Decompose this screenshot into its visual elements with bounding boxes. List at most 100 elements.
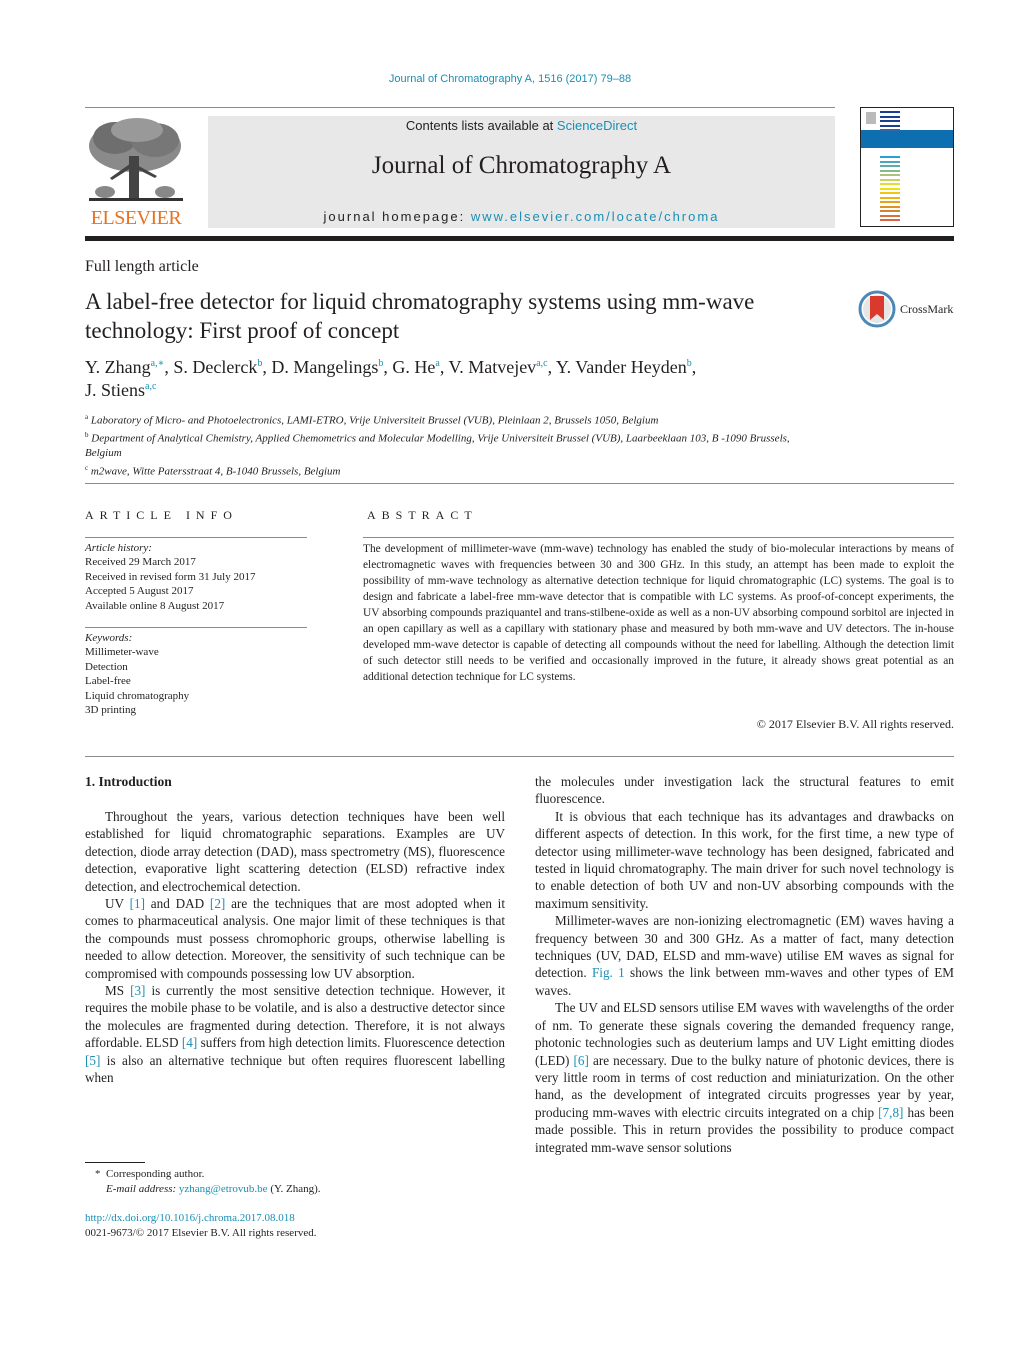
keyword-item[interactable]: Detection bbox=[85, 660, 307, 674]
citation-link[interactable]: [3] bbox=[130, 983, 145, 998]
body-column-right: the molecules under investigation lack t… bbox=[535, 773, 954, 1156]
keywords-list: Millimeter-wave Detection Label-free Liquid… bbox=[85, 645, 307, 717]
keyword-item[interactable]: 3D printing bbox=[85, 703, 307, 717]
keywords-divider bbox=[85, 627, 307, 628]
journal-cover-thumbnail[interactable] bbox=[860, 107, 954, 227]
corresponding-author-note: * Corresponding author. bbox=[85, 1167, 485, 1182]
history-label: Article history: bbox=[85, 542, 152, 554]
paragraph-text: UV bbox=[105, 896, 130, 912]
elsevier-wordmark: ELSEVIER bbox=[90, 207, 182, 229]
keywords-label: Keywords: bbox=[85, 632, 133, 644]
doi-link[interactable]: http://dx.doi.org/10.1016/j.chroma.2017.… bbox=[85, 1211, 317, 1226]
cover-stripe bbox=[880, 115, 900, 118]
affiliation-item: a Laboratory of Micro- and Photoelectron… bbox=[85, 410, 825, 428]
paragraph-text: and DAD bbox=[144, 896, 210, 912]
paragraph-text: the molecules under investigation lack t… bbox=[535, 774, 954, 807]
author-list: Y. Zhanga,∗, S. Declerckb, D. Mangelings… bbox=[85, 356, 825, 402]
citation-link[interactable]: [1] bbox=[130, 896, 145, 911]
affiliation-text: Department of Analytical Chemistry, Appl… bbox=[85, 432, 790, 460]
header-divider bbox=[85, 107, 835, 108]
crossmark-badge[interactable]: CrossMark bbox=[858, 290, 958, 330]
cover-stripe bbox=[880, 174, 900, 176]
author-name[interactable]: D. Mangelings bbox=[271, 357, 378, 377]
cover-stripe bbox=[880, 201, 900, 203]
article-info-heading: ARTICLE INFO bbox=[85, 508, 238, 522]
section-divider bbox=[85, 483, 954, 484]
author-separator: , bbox=[691, 357, 697, 377]
paragraph-text: suffers from high detection limits. Fluo… bbox=[197, 1035, 505, 1051]
cover-stripe bbox=[880, 187, 900, 190]
cover-stripe bbox=[880, 169, 900, 172]
affiliations: a Laboratory of Micro- and Photoelectron… bbox=[85, 410, 825, 479]
affiliation-text: Laboratory of Micro- and Photoelectronic… bbox=[88, 414, 659, 427]
cover-stripe bbox=[880, 210, 900, 212]
affiliation-text: m2wave, Witte Patersstraat 4, B-1040 Bru… bbox=[88, 465, 341, 478]
paragraph-text: It is obvious that each technique has it… bbox=[535, 808, 954, 911]
history-list: Received 29 March 2017 Received in revise… bbox=[85, 555, 307, 613]
affiliation-item: c m2wave, Witte Patersstraat 4, B-1040 B… bbox=[85, 461, 825, 479]
article-type: Full length article bbox=[85, 258, 199, 275]
keyword-item[interactable]: Liquid chromatography bbox=[85, 689, 307, 703]
citation-link[interactable]: [7,8] bbox=[878, 1105, 903, 1120]
journal-title: Journal of Chromatography A bbox=[371, 152, 672, 179]
email-suffix: (Y. Zhang). bbox=[267, 1182, 321, 1195]
footnote-star: * bbox=[95, 1168, 101, 1180]
author-name[interactable]: V. Matvejev bbox=[449, 357, 537, 377]
author-name[interactable]: Y. Vander Heyden bbox=[556, 357, 687, 377]
paragraph: Millimeter-waves are non-ionizing electr… bbox=[535, 912, 954, 999]
author-affiliation-marker[interactable]: a,∗ bbox=[151, 358, 165, 369]
paragraph-text: MS bbox=[105, 983, 131, 999]
author-affiliation-marker[interactable]: a,c bbox=[145, 381, 156, 392]
citation-link[interactable]: [5] bbox=[85, 1053, 100, 1068]
paragraph-text: Throughout the years, various detection … bbox=[85, 809, 505, 894]
section-heading-introduction: 1. Introduction bbox=[85, 774, 172, 789]
author-name[interactable]: J. Stiens bbox=[85, 380, 145, 400]
elsevier-tree-icon bbox=[85, 116, 187, 208]
citation-link[interactable]: Fig. 1 bbox=[592, 965, 625, 980]
body-column-left: Throughout the years, various detection … bbox=[85, 808, 505, 1087]
cover-stripe bbox=[880, 214, 900, 217]
issn-copyright: 0021-9673/© 2017 Elsevier B.V. All right… bbox=[85, 1226, 317, 1239]
crossmark-icon bbox=[858, 290, 896, 328]
author-affiliation-marker[interactable]: a,c bbox=[536, 358, 547, 369]
elsevier-logo[interactable]: ELSEVIER bbox=[85, 116, 187, 228]
affiliation-item: b Department of Analytical Chemistry, Ap… bbox=[85, 428, 825, 461]
history-item: Received 29 March 2017 bbox=[85, 556, 196, 569]
crossmark-label: CrossMark bbox=[900, 302, 954, 316]
article-title: A label-free detector for liquid chromat… bbox=[85, 289, 755, 343]
journal-homepage: journal homepage: www.elsevier.com/locat… bbox=[208, 209, 835, 224]
paragraph: UV [1] and DAD [2] are the techniques th… bbox=[85, 895, 505, 982]
journal-citation[interactable]: Journal of Chromatography A, 1516 (2017)… bbox=[0, 73, 1020, 85]
author-name[interactable]: Y. Zhang bbox=[85, 357, 151, 377]
email-link[interactable]: yzhang@etrovub.be bbox=[179, 1183, 268, 1195]
article-history: Article history: Received 29 March 2017 R… bbox=[85, 541, 307, 613]
cover-stripe bbox=[880, 205, 900, 208]
footnotes: * Corresponding author. E-mail address: … bbox=[85, 1167, 485, 1196]
email-note: E-mail address: yzhang@etrovub.be (Y. Zh… bbox=[85, 1182, 485, 1197]
author-separator: , bbox=[547, 357, 556, 377]
citation-link[interactable]: [6] bbox=[574, 1053, 589, 1068]
author-name[interactable]: G. He bbox=[392, 357, 435, 377]
email-label: E-mail address: bbox=[106, 1182, 179, 1195]
abstract-heading: ABSTRACT bbox=[367, 508, 478, 522]
history-item: Accepted 5 August 2017 bbox=[85, 585, 194, 598]
homepage-prefix: journal homepage: bbox=[323, 209, 471, 224]
abstract-divider bbox=[363, 537, 954, 538]
abstract-text: The development of millimeter-wave (mm-w… bbox=[363, 543, 954, 683]
cover-stripe bbox=[880, 165, 900, 167]
paragraph-text: is also an alternative technique but oft… bbox=[85, 1052, 505, 1086]
keyword-item[interactable]: Label-free bbox=[85, 674, 307, 688]
paragraph: the molecules under investigation lack t… bbox=[535, 773, 954, 808]
citation-link[interactable]: [2] bbox=[210, 896, 225, 911]
keyword-item[interactable]: Millimeter-wave bbox=[85, 645, 307, 659]
contents-line: Contents lists available at ScienceDirec… bbox=[208, 116, 835, 133]
cover-stripe bbox=[880, 120, 900, 122]
author-name[interactable]: S. Declerck bbox=[173, 357, 257, 377]
cover-stripe bbox=[880, 124, 900, 127]
article-info-divider bbox=[85, 537, 307, 538]
citation-link[interactable]: [4] bbox=[182, 1035, 197, 1050]
homepage-link[interactable]: www.elsevier.com/locate/chroma bbox=[471, 209, 720, 224]
footnote-divider bbox=[85, 1162, 145, 1163]
cover-stripe bbox=[880, 178, 900, 181]
sciencedirect-link[interactable]: ScienceDirect bbox=[557, 118, 637, 133]
